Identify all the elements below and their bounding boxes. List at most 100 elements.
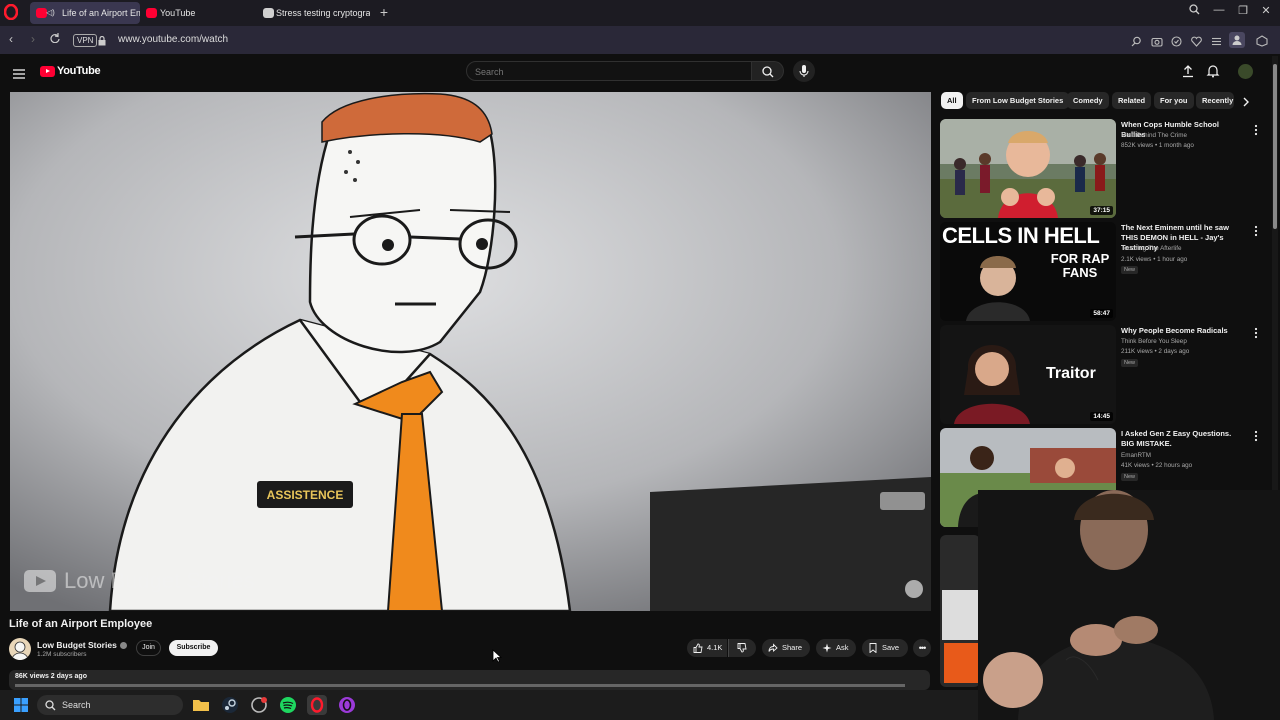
youtube-header: YouTube: [0, 54, 1280, 90]
tab-stress-testing[interactable]: Stress testing cryptograph: [258, 2, 370, 24]
more-actions-button[interactable]: •••: [913, 639, 931, 657]
video-title: Life of an Airport Employee: [9, 618, 153, 630]
rec-thumbnail[interactable]: CELLS IN HELL FOR RAP FANS 58:47: [940, 222, 1116, 321]
video-duration: 37:15: [1090, 206, 1113, 215]
chip-all[interactable]: All: [941, 92, 963, 109]
voice-search-button[interactable]: [793, 60, 815, 82]
more-vert-icon[interactable]: [1252, 224, 1260, 237]
notifications-bell-icon[interactable]: [1206, 64, 1220, 78]
lock-icon[interactable]: [98, 33, 106, 46]
minimize-icon[interactable]: —: [1211, 4, 1227, 16]
youtube-favicon-icon: [146, 8, 157, 18]
tab-youtube[interactable]: YouTube: [140, 2, 258, 24]
windows-taskbar: Search: [0, 690, 978, 720]
shield-icon[interactable]: [1171, 34, 1183, 47]
chip-comedy[interactable]: Comedy: [1067, 92, 1109, 109]
video-frame: [10, 92, 931, 611]
profile-icon[interactable]: [1229, 32, 1245, 48]
save-label: Save: [882, 643, 900, 652]
rec-channel[interactable]: EmanRTM: [1121, 452, 1151, 459]
file-explorer-icon[interactable]: [191, 695, 211, 715]
globe-favicon-icon: [263, 8, 274, 18]
more-vert-icon[interactable]: [1252, 123, 1260, 136]
rec-meta: 2.1K views • 1 hour ago: [1121, 256, 1188, 263]
opera-gx-icon[interactable]: [337, 695, 357, 715]
search-icon: [45, 695, 56, 715]
save-button[interactable]: Save: [862, 639, 908, 657]
share-button[interactable]: Share: [762, 639, 810, 657]
tab-label: YouTube: [160, 8, 196, 18]
like-button[interactable]: 4.1K: [687, 639, 727, 657]
watermark-text: Low Budget Stories: [64, 568, 255, 593]
ask-button[interactable]: Ask: [816, 639, 856, 657]
more-vert-icon[interactable]: [1252, 429, 1260, 442]
windows-start-icon[interactable]: [14, 698, 28, 712]
rec-channel[interactable]: Touching The Afterlife: [1121, 245, 1181, 252]
camera-icon[interactable]: [1151, 34, 1163, 47]
thumbnail-text: Traitor: [1046, 365, 1096, 382]
rec-title[interactable]: I Asked Gen Z Easy Questions. BIG MISTAK…: [1121, 429, 1245, 449]
description-box[interactable]: 86K views 2 days ago: [9, 670, 930, 690]
address-search-icon[interactable]: [1131, 34, 1143, 47]
youtube-play-icon: [40, 65, 55, 77]
easy-setup-icon[interactable]: [1211, 34, 1223, 46]
youtube-logo-text: YouTube: [57, 65, 101, 77]
video-duration: 14:45: [1090, 412, 1113, 421]
dislike-button[interactable]: [728, 639, 756, 657]
rec-thumbnail[interactable]: Traitor 14:45: [940, 325, 1116, 424]
shirt-badge-text: ASSISTENCE: [266, 488, 344, 502]
back-icon[interactable]: ‹: [4, 32, 18, 46]
account-avatar[interactable]: [1238, 64, 1253, 79]
chip-from-channel[interactable]: From Low Budget Stories: [966, 92, 1070, 109]
youtube-logo[interactable]: YouTube: [40, 64, 101, 78]
channel-name[interactable]: Low Budget Stories: [37, 640, 127, 650]
channel-name-text: Low Budget Stories: [37, 640, 117, 650]
forward-icon[interactable]: ›: [26, 32, 40, 46]
heart-icon[interactable]: [1191, 34, 1203, 47]
url-field[interactable]: www.youtube.com/watch: [118, 34, 228, 45]
description-preview: [15, 683, 915, 689]
taskbar-search[interactable]: Search: [37, 695, 183, 715]
hamburger-menu-icon[interactable]: [13, 66, 25, 79]
chip-related[interactable]: Related: [1112, 92, 1152, 109]
upload-icon[interactable]: [1181, 64, 1195, 78]
address-bar: ‹ › VPN www.youtube.com/watch: [0, 26, 1280, 54]
scrollbar-thumb[interactable]: [1273, 64, 1277, 229]
rec-channel[interactable]: Think Before You Sleep: [1121, 338, 1187, 345]
speaker-icon: ◁): [46, 8, 55, 17]
mouse-cursor-icon: [492, 649, 503, 663]
views-date: 86K views 2 days ago: [15, 673, 87, 680]
channel-branding-icon[interactable]: [905, 580, 923, 598]
new-tab-icon[interactable]: +: [377, 4, 391, 20]
extensions-icon[interactable]: [1256, 34, 1268, 47]
rec-thumbnail[interactable]: 37:15: [940, 119, 1116, 218]
close-icon[interactable]: ✕: [1258, 4, 1274, 17]
search-button[interactable]: [752, 61, 784, 81]
chevron-right-icon[interactable]: [1240, 95, 1252, 107]
new-badge: New: [1121, 473, 1139, 481]
bookmark-icon: [869, 643, 877, 653]
tab-life-of-airport[interactable]: ◁) Life of an Airport Emp: [30, 2, 140, 24]
subscribe-button[interactable]: Subscribe: [169, 640, 218, 656]
rec-title[interactable]: Why People Become Radicals: [1121, 326, 1245, 336]
browser-search-icon[interactable]: [1186, 4, 1202, 18]
rec-channel[interactable]: Mind Behind The Crime: [1121, 132, 1187, 139]
search-input[interactable]: [467, 63, 751, 81]
join-button[interactable]: Join: [136, 640, 161, 656]
rec-thumbnail[interactable]: [940, 535, 980, 687]
more-vert-icon[interactable]: [1252, 326, 1260, 339]
chip-recently[interactable]: Recently: [1196, 92, 1234, 109]
chip-for-you[interactable]: For you: [1154, 92, 1194, 109]
maximize-icon[interactable]: ❐: [1235, 4, 1251, 17]
thumbnail-text: FOR RAP FANS: [1050, 251, 1110, 280]
channel-avatar[interactable]: [9, 638, 31, 660]
opera-taskbar-icon[interactable]: [307, 695, 327, 715]
taskbar-search-label: Search: [62, 700, 91, 710]
vpn-badge[interactable]: VPN: [73, 34, 98, 47]
reload-icon[interactable]: [48, 32, 62, 46]
steam-icon[interactable]: [220, 695, 240, 715]
video-player[interactable]: ASSISTENCE Low Budget Stories: [10, 92, 931, 611]
opera-logo-icon[interactable]: [3, 3, 20, 22]
spotify-icon[interactable]: [278, 695, 298, 715]
app-icon[interactable]: [249, 695, 269, 715]
